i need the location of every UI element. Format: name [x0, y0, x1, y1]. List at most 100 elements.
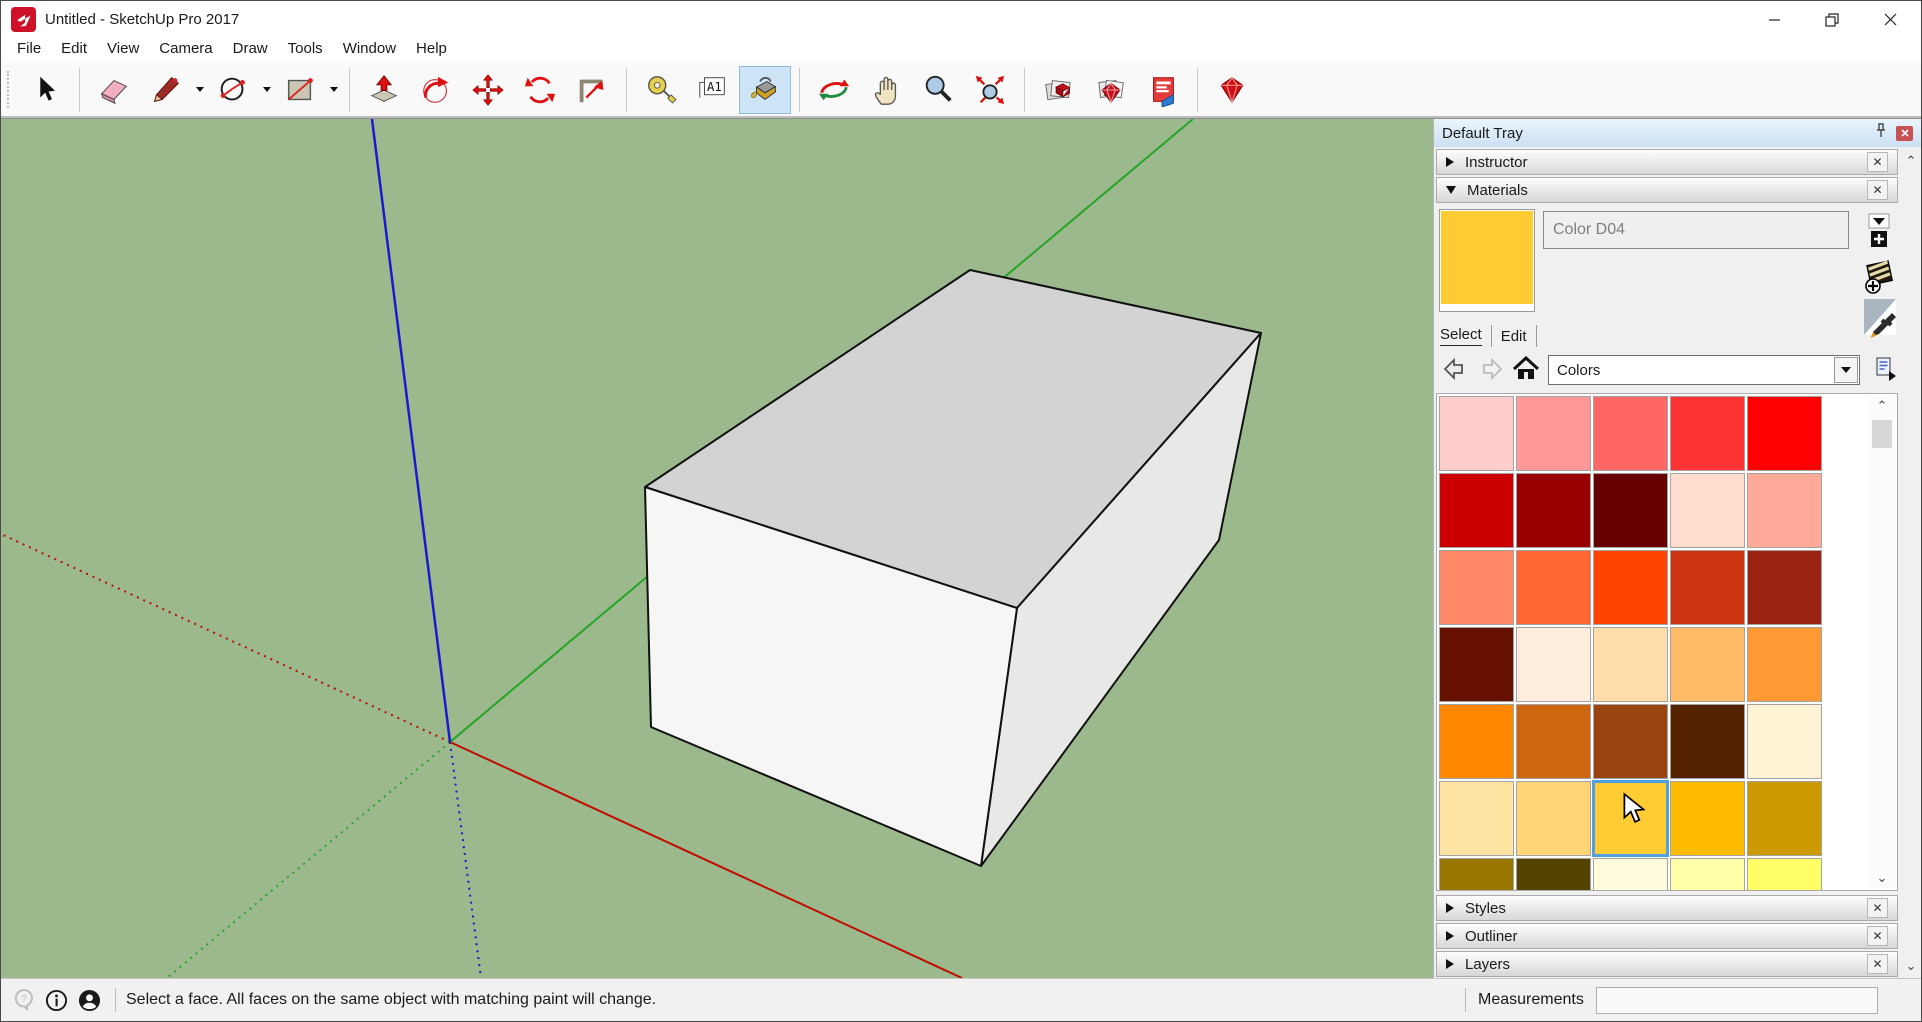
color-swatch[interactable] — [1516, 396, 1591, 471]
color-swatch[interactable] — [1516, 858, 1591, 891]
color-swatch[interactable] — [1593, 473, 1668, 548]
color-swatch[interactable] — [1593, 550, 1668, 625]
measurements-input[interactable] — [1596, 987, 1878, 1014]
color-swatch[interactable] — [1439, 627, 1514, 702]
color-swatch[interactable] — [1747, 627, 1822, 702]
palette-scrollbar[interactable]: ⌃ ⌄ — [1869, 396, 1895, 888]
color-swatch[interactable] — [1670, 627, 1745, 702]
panel-close-button[interactable]: ✕ — [1867, 954, 1888, 974]
panel-header-styles[interactable]: Styles ✕ — [1436, 895, 1898, 921]
menu-item[interactable]: Window — [333, 38, 406, 59]
panel-header-instructor[interactable]: Instructor ✕ — [1436, 149, 1898, 175]
color-swatch[interactable] — [1516, 473, 1591, 548]
menu-item[interactable]: Camera — [149, 38, 222, 59]
color-swatch[interactable] — [1516, 704, 1591, 779]
details-button[interactable] — [1874, 355, 1902, 388]
menu-item[interactable]: File — [7, 38, 51, 59]
rotate-tool-button[interactable] — [514, 66, 566, 114]
shapes-tool-dropdown[interactable] — [326, 66, 341, 114]
back-button[interactable] — [1442, 356, 1468, 387]
color-swatch[interactable] — [1747, 858, 1822, 891]
color-swatch[interactable] — [1670, 396, 1745, 471]
create-material-button[interactable] — [1862, 255, 1898, 302]
scroll-down-icon[interactable]: ⌄ — [1901, 956, 1921, 976]
account-icon[interactable] — [78, 989, 101, 1012]
minimize-button[interactable] — [1745, 1, 1803, 38]
color-swatch[interactable] — [1516, 781, 1591, 856]
secondary-pane-button[interactable] — [1866, 212, 1892, 257]
material-name-field[interactable] — [1543, 211, 1849, 249]
color-swatch[interactable] — [1439, 704, 1514, 779]
menu-item[interactable]: View — [97, 38, 149, 59]
color-swatch[interactable] — [1747, 781, 1822, 856]
dropdown-arrow-icon[interactable] — [1834, 357, 1858, 383]
color-swatch[interactable] — [1747, 396, 1822, 471]
arc-tool-dropdown[interactable] — [259, 66, 274, 114]
tape-measure-tool-button[interactable] — [635, 66, 687, 114]
arc-tool-button[interactable] — [207, 66, 259, 114]
pin-icon[interactable] — [1874, 123, 1888, 143]
color-swatch[interactable] — [1439, 781, 1514, 856]
line-tool-dropdown[interactable] — [192, 66, 207, 114]
close-button[interactable] — [1861, 1, 1919, 38]
zoom-extents-tool-button[interactable] — [964, 66, 1016, 114]
color-swatch[interactable] — [1670, 858, 1745, 891]
color-swatch[interactable] — [1747, 704, 1822, 779]
share-model-button[interactable] — [1085, 66, 1137, 114]
panel-close-button[interactable]: ✕ — [1867, 152, 1888, 172]
color-swatch[interactable] — [1670, 473, 1745, 548]
color-swatch[interactable] — [1439, 473, 1514, 548]
collection-dropdown[interactable]: Colors — [1548, 355, 1860, 385]
scroll-down-icon[interactable]: ⌄ — [1869, 868, 1895, 888]
get-models-button[interactable] — [1033, 66, 1085, 114]
info-icon[interactable] — [45, 989, 68, 1012]
text-tool-button[interactable]: A1 — [687, 66, 739, 114]
color-swatch[interactable] — [1439, 858, 1514, 891]
menu-item[interactable]: Tools — [278, 38, 333, 59]
forward-button[interactable] — [1478, 356, 1504, 387]
color-swatch[interactable] — [1747, 550, 1822, 625]
panel-close-button[interactable]: ✕ — [1867, 180, 1888, 200]
scrollbar-thumb[interactable] — [1872, 420, 1892, 448]
follow-me-tool-button[interactable] — [410, 66, 462, 114]
menu-item[interactable]: Edit — [51, 38, 97, 59]
color-swatch[interactable] — [1439, 396, 1514, 471]
panel-header-materials[interactable]: Materials ✕ — [1436, 177, 1898, 203]
move-tool-button[interactable] — [462, 66, 514, 114]
color-swatch[interactable] — [1670, 781, 1745, 856]
viewport-canvas[interactable] — [1, 119, 1433, 978]
color-swatch[interactable] — [1593, 858, 1668, 891]
shapes-tool-button[interactable] — [274, 66, 326, 114]
offset-tool-button[interactable] — [566, 66, 618, 114]
sample-paint-eyedropper-icon[interactable] — [1868, 311, 1898, 348]
zoom-tool-button[interactable] — [912, 66, 964, 114]
panel-close-button[interactable]: ✕ — [1867, 926, 1888, 946]
orbit-tool-button[interactable] — [808, 66, 860, 114]
color-swatch[interactable] — [1439, 550, 1514, 625]
scroll-up-icon[interactable]: ⌃ — [1869, 396, 1895, 416]
menu-item[interactable]: Draw — [223, 38, 278, 59]
share-component-button[interactable] — [1137, 66, 1189, 114]
color-swatch[interactable] — [1670, 550, 1745, 625]
line-tool-button[interactable] — [140, 66, 192, 114]
extension-warehouse-button[interactable] — [1206, 66, 1258, 114]
panel-close-button[interactable]: ✕ — [1867, 898, 1888, 918]
select-tool-button[interactable] — [19, 66, 71, 114]
color-swatch[interactable] — [1593, 396, 1668, 471]
eraser-tool-button[interactable] — [88, 66, 140, 114]
color-swatch[interactable] — [1593, 627, 1668, 702]
tab-edit[interactable]: Edit — [1501, 328, 1527, 345]
color-swatch[interactable] — [1516, 550, 1591, 625]
scroll-up-icon[interactable]: ⌃ — [1901, 151, 1921, 171]
color-swatch[interactable] — [1670, 704, 1745, 779]
in-model-home-button[interactable] — [1512, 356, 1540, 387]
color-swatch[interactable] — [1747, 473, 1822, 548]
restore-button[interactable] — [1803, 1, 1861, 38]
color-swatch[interactable] — [1593, 704, 1668, 779]
panel-header-layers[interactable]: Layers ✕ — [1436, 951, 1898, 977]
tray-scrollbar[interactable]: ⌃ ⌄ — [1901, 149, 1921, 978]
color-swatch[interactable] — [1516, 627, 1591, 702]
hint-balloon-icon[interactable]: ? — [13, 988, 35, 1012]
paint-bucket-tool-button[interactable] — [739, 66, 791, 114]
menu-item[interactable]: Help — [406, 38, 457, 59]
